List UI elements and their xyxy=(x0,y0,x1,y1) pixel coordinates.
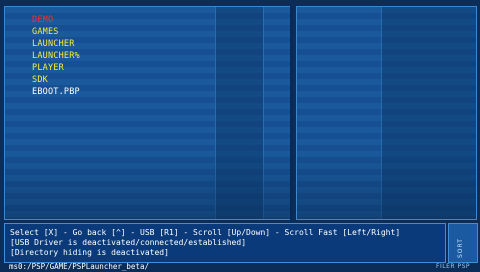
filer-window: DEMO GAMES LAUNCHER LAUNCHER% PLAYER SDK EBOOT… xyxy=(0,0,480,272)
folder-item[interactable]: DEMO xyxy=(32,14,80,26)
file-item[interactable]: EBOOT.PBP xyxy=(32,86,80,98)
controls-help-text: Select [X] - Go back [^] - USB [R1] - Sc… xyxy=(10,228,401,237)
file-list: DEMO GAMES LAUNCHER LAUNCHER% PLAYER SDK EBOOT… xyxy=(32,14,80,98)
column-divider xyxy=(215,7,216,219)
path-bar: ms0:/PSP/GAME/PSPLauncher_beta/ FILER PS… xyxy=(4,262,476,272)
folder-item[interactable]: LAUNCHER% xyxy=(32,50,80,62)
column-divider xyxy=(381,7,382,219)
folder-item[interactable]: PLAYER xyxy=(32,62,80,74)
file-list-pane[interactable]: DEMO GAMES LAUNCHER LAUNCHER% PLAYER SDK EBOOT… xyxy=(4,6,291,220)
pane-gutter xyxy=(290,6,293,220)
sort-button[interactable]: SORT xyxy=(448,223,478,263)
preview-pane xyxy=(296,6,477,220)
directory-hiding-text: [Directory hiding is deactivated] xyxy=(10,248,169,257)
status-panel: Select [X] - Go back [^] - USB [R1] - Sc… xyxy=(4,223,446,263)
sort-label: SORT xyxy=(457,238,464,258)
column-shade xyxy=(215,7,263,219)
usb-status-text: [USB Driver is deactivated/connected/est… xyxy=(10,238,247,247)
folder-item[interactable]: LAUNCHER xyxy=(32,38,80,50)
app-brand: FILER PSP xyxy=(436,263,470,270)
column-divider xyxy=(263,7,264,219)
folder-item[interactable]: SDK xyxy=(32,74,80,86)
current-path: ms0:/PSP/GAME/PSPLauncher_beta/ xyxy=(9,262,149,271)
folder-item[interactable]: GAMES xyxy=(32,26,80,38)
column-shade xyxy=(381,7,476,219)
